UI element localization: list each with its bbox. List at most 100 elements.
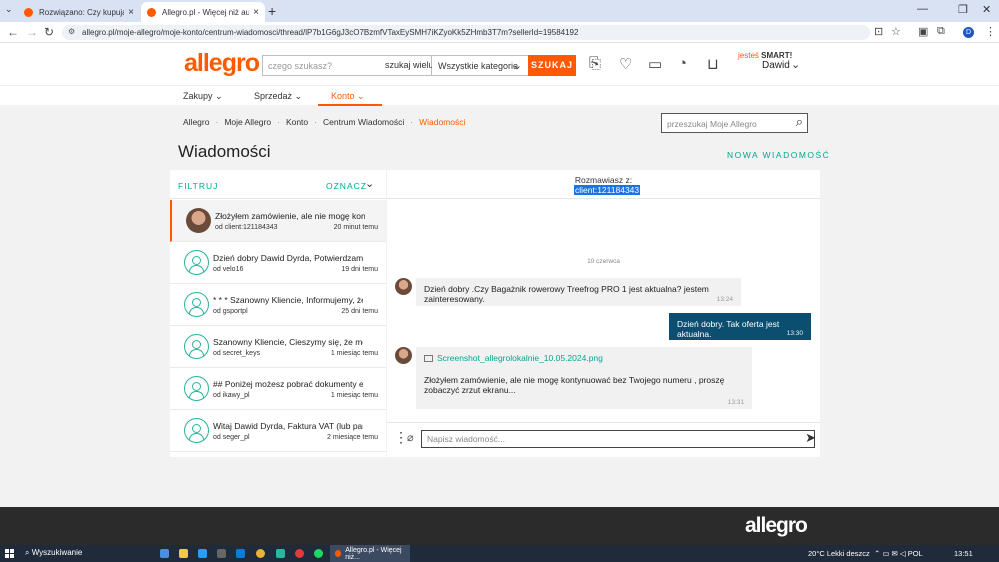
conversation-item-3[interactable]: * * * Szanowny Kliencie, Informujemy, że…	[170, 284, 386, 326]
breadcrumb-allegro[interactable]: Allegro	[183, 117, 209, 127]
browser-tab-bar: ⌄ Rozwiązano: Czy kupujący pot... × Alle…	[0, 0, 999, 22]
active-app-title: Allegro.pl - Więcej niż...	[345, 546, 402, 561]
recently-viewed-icon[interactable]: ⎘	[589, 55, 601, 72]
avatar	[395, 347, 412, 364]
close-tab-icon[interactable]: ×	[253, 7, 259, 18]
site-info-icon[interactable]: ⚙	[68, 27, 75, 36]
conversation-time: 19 dni temu	[341, 266, 378, 273]
chevron-down-icon[interactable]: ⌄	[365, 177, 374, 190]
conversation-time: 1 miesiąc temu	[330, 350, 378, 357]
breadcrumb-centrum[interactable]: Centrum Wiadomości	[323, 117, 404, 127]
chevron-down-icon[interactable]: ⌄	[791, 58, 800, 71]
new-message-button[interactable]: NOWA WIADOMOŚĆ	[727, 150, 830, 160]
new-tab-icon[interactable]: +	[268, 3, 276, 19]
maximize-icon[interactable]: ❐	[958, 3, 968, 16]
allegro-favicon-icon	[147, 7, 156, 17]
bell-icon[interactable]: ◔	[678, 55, 687, 72]
cast-icon[interactable]: ▣	[918, 25, 928, 38]
conversation-item-5[interactable]: ## Poniżej możesz pobrać dokumenty ele..…	[170, 368, 386, 410]
talking-with-label: Rozmawiasz z:	[574, 175, 633, 185]
site-footer: allegro	[0, 507, 999, 545]
conversation-subject: ## Poniżej możesz pobrać dokumenty ele..…	[213, 379, 363, 389]
messages-icon[interactable]: ▭	[648, 55, 662, 73]
messages-search-input[interactable]: przeszukaj Moje Allegro ⌕	[661, 113, 808, 133]
conversation-from: od ikawy_pl	[213, 392, 250, 399]
tab-list-icon[interactable]: ⌄	[5, 4, 13, 15]
conversation-item-1[interactable]: Złożyłem zamówienie, ale nie mogę konty.…	[170, 200, 386, 242]
breadcrumb-moje-allegro[interactable]: Moje Allegro	[224, 117, 271, 127]
conversation-item-2[interactable]: Dzień dobry Dawid Dyrda, Potwierdzam s..…	[170, 242, 386, 284]
attach-icon[interactable]: ⌀	[407, 431, 414, 444]
menu-zakupy[interactable]: Zakupy ⌄	[183, 91, 223, 102]
cart-icon[interactable]: ⊔	[707, 55, 719, 73]
conversation-list: FILTRUJ OZNACZ ⌄ Złożyłem zamówienie, al…	[170, 170, 386, 457]
profile-avatar[interactable]: D	[963, 27, 974, 38]
allegro-logo[interactable]: allegro	[184, 49, 260, 78]
message-text: Dzień dobry. Tak oferta jest aktualna.	[677, 319, 780, 339]
filter-row: FILTRUJ OZNACZ ⌄	[170, 170, 386, 199]
conversation-from: od velo16	[213, 266, 244, 273]
search-button[interactable]: SZUKAJ	[528, 55, 576, 76]
active-menu-indicator	[318, 104, 382, 106]
user-icon	[184, 418, 209, 443]
address-bar[interactable]: ⚙ allegro.pl/moje-allegro/moje-konto/cen…	[62, 25, 870, 40]
clock[interactable]: 13:51	[954, 549, 973, 558]
taskbar-active-app[interactable]: Allegro.pl - Więcej niż...	[330, 545, 410, 562]
minimize-icon[interactable]: —	[917, 3, 928, 15]
client-id[interactable]: client:121184343	[574, 185, 641, 195]
send-icon[interactable]: ➤	[805, 430, 816, 446]
forward-icon[interactable]: →	[26, 25, 38, 39]
install-app-icon[interactable]: ⊡	[874, 25, 883, 38]
weather-text: 20°C Lekki deszcz	[808, 549, 870, 558]
attachment-link[interactable]: Screenshot_allegrolokalnie_10.05.2024.pn…	[424, 353, 744, 363]
taskbar-search[interactable]: ⌕ Wyszukiwanie	[25, 548, 82, 558]
taskbar-search-label: Wyszukiwanie	[31, 548, 83, 557]
smart-prefix: jesteś	[738, 51, 759, 60]
browser-menu-icon[interactable]: ⋮	[985, 25, 996, 38]
windows-start-icon[interactable]	[5, 549, 14, 558]
conversation-from: od secret_keys	[213, 350, 261, 357]
conversation-subject: Złożyłem zamówienie, ale nie mogę konty.…	[215, 211, 365, 221]
app-icon[interactable]	[276, 549, 285, 558]
mark-button[interactable]: OZNACZ	[326, 181, 367, 191]
file-explorer-icon[interactable]	[179, 549, 188, 558]
search-icon[interactable]: ⌕	[796, 114, 803, 130]
footer-logo[interactable]: allegro	[745, 514, 808, 538]
user-icon	[184, 376, 209, 401]
conversation-time: 25 dni temu	[341, 308, 378, 315]
breadcrumb-separator: ·	[215, 117, 219, 127]
opera-icon[interactable]	[295, 549, 304, 558]
app-icon[interactable]	[217, 549, 226, 558]
close-window-icon[interactable]: ✕	[982, 3, 991, 16]
attachment-name: Screenshot_allegrolokalnie_10.05.2024.pn…	[437, 353, 603, 363]
reload-icon[interactable]: ↻	[44, 25, 54, 39]
extensions-icon[interactable]: ⧉	[937, 25, 945, 38]
spotify-icon[interactable]	[314, 549, 323, 558]
task-view-icon[interactable]	[160, 549, 169, 558]
system-tray[interactable]: 20°C Lekki deszcz ⌃ ▭ ✉ ◁ POL	[808, 549, 923, 558]
menu-konto[interactable]: Konto ⌄	[331, 91, 365, 102]
outgoing-message: Dzień dobry. Tak oferta jest aktualna. 1…	[669, 313, 811, 340]
conversation-subject: Szanowny Kliencie, Cieszymy się, że mogl…	[213, 337, 363, 347]
close-tab-icon[interactable]: ×	[128, 7, 134, 18]
search-many-link[interactable]: szukaj wielu	[385, 60, 434, 70]
menu-sprzedaz[interactable]: Sprzedaż ⌄	[254, 91, 302, 102]
message-input[interactable]: Napisz wiadomość...	[421, 430, 815, 448]
user-name[interactable]: Dawid	[762, 60, 790, 71]
heart-icon[interactable]: ♡	[619, 55, 632, 73]
bookmark-star-icon[interactable]: ☆	[891, 25, 901, 38]
chrome-icon[interactable]	[256, 549, 265, 558]
edge-icon[interactable]	[198, 549, 207, 558]
conversation-item-4[interactable]: Szanowny Kliencie, Cieszymy się, że mogl…	[170, 326, 386, 368]
breadcrumb-konto[interactable]: Konto	[286, 117, 308, 127]
back-icon[interactable]: ←	[7, 25, 19, 39]
conversation-item-6[interactable]: Witaj Dawid Dyrda, Faktura VAT (lub para…	[170, 410, 386, 452]
category-select[interactable]: Wszystkie kategorie ⌄	[432, 55, 529, 76]
browser-tab-1[interactable]: Rozwiązano: Czy kupujący pot... ×	[18, 2, 140, 22]
browser-tab-2[interactable]: Allegro.pl - Więcej niż aukcje. N... ×	[141, 2, 265, 22]
conversation-subject: * * * Szanowny Kliencie, Informujemy, że…	[213, 295, 363, 305]
smart-badge[interactable]: jesteś SMART!	[738, 51, 792, 60]
more-options-icon[interactable]: ⋮	[394, 429, 408, 446]
filter-button[interactable]: FILTRUJ	[178, 181, 218, 191]
mail-icon[interactable]	[236, 549, 245, 558]
